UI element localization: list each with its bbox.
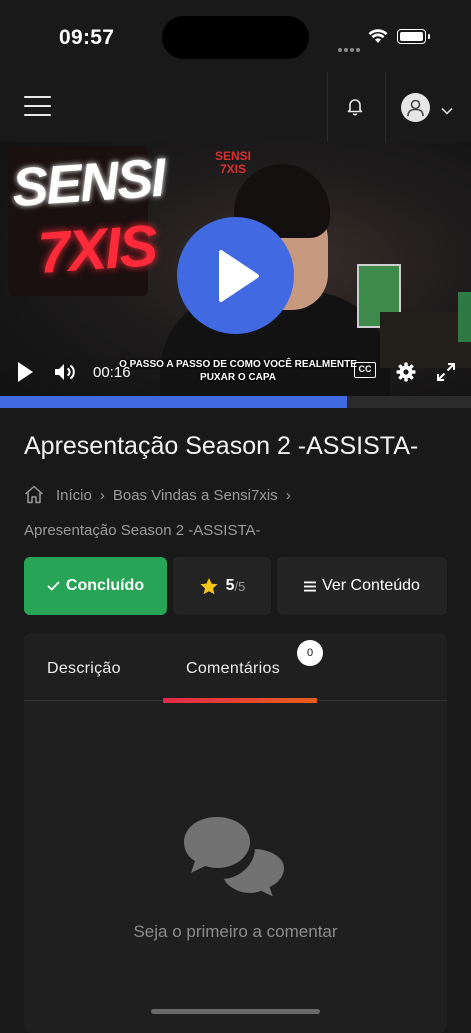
completed-label: Concluído: [65, 577, 145, 594]
nav-divider: [327, 72, 328, 142]
bell-icon[interactable]: [345, 96, 365, 121]
empty-comments-message: Seja o primeiro a comentar: [133, 922, 338, 941]
top-navigation: [0, 72, 471, 142]
tab-description[interactable]: Descrição: [47, 660, 121, 678]
fullscreen-icon[interactable]: [436, 362, 456, 387]
view-content-label: Ver Conteúdo: [322, 577, 420, 594]
home-indicator[interactable]: [151, 1009, 320, 1014]
rating-button[interactable]: 5/5: [173, 557, 271, 615]
tab-comments[interactable]: Comentários: [186, 660, 280, 678]
list-icon: [304, 581, 317, 591]
status-bar: 09:57: [0, 0, 471, 72]
user-avatar[interactable]: [401, 93, 430, 122]
breadcrumb-home-link[interactable]: Início: [56, 487, 92, 504]
breadcrumb-section-link[interactable]: Boas Vindas a Sensi7xis: [113, 487, 278, 504]
thumbnail-text: SENSI: [10, 147, 166, 219]
wifi-icon: [368, 28, 388, 49]
comments-count-badge: 0: [297, 640, 323, 666]
signal-icon: [338, 39, 362, 57]
video-time: 00:16: [93, 364, 131, 381]
play-button-large[interactable]: [177, 217, 294, 334]
thumbnail-object: [458, 292, 471, 342]
chevron-down-icon[interactable]: [441, 102, 453, 120]
thumbnail-text: 7XIS: [35, 212, 158, 287]
view-content-button[interactable]: Ver Conteúdo: [277, 557, 447, 615]
status-time: 09:57: [59, 26, 115, 49]
captions-button[interactable]: CC: [354, 362, 376, 378]
check-icon: [47, 581, 60, 591]
volume-icon[interactable]: [54, 362, 78, 387]
battery-icon: [397, 29, 430, 44]
hamburger-icon[interactable]: [24, 96, 51, 116]
nav-divider: [385, 72, 386, 142]
breadcrumb-separator: ›: [285, 487, 291, 504]
rating-max: /5: [234, 578, 246, 594]
play-icon[interactable]: [16, 361, 34, 388]
thumbnail-sign: SENSI 7XIS: [215, 149, 252, 176]
settings-icon[interactable]: [396, 362, 416, 387]
video-thumbnail-neon-sign: SENSI 7XIS: [8, 146, 166, 296]
comments-icon: [183, 815, 289, 906]
completed-button[interactable]: Concluído: [24, 557, 167, 615]
video-progress-fill: [0, 396, 348, 408]
breadcrumb-current: Apresentação Season 2 -ASSISTA-: [24, 522, 261, 539]
lesson-title: Apresentação Season 2 -ASSISTA-: [24, 432, 419, 460]
star-icon: [200, 577, 218, 594]
breadcrumb-separator: ›: [99, 487, 105, 504]
rating-value: 5: [225, 577, 235, 594]
active-tab-indicator: [163, 698, 317, 703]
breadcrumb: Início › Boas Vindas a Sensi7xis › Apresent…: [24, 480, 454, 546]
dynamic-island: [162, 16, 309, 59]
video-controls: [0, 356, 471, 388]
home-icon[interactable]: [24, 484, 44, 515]
